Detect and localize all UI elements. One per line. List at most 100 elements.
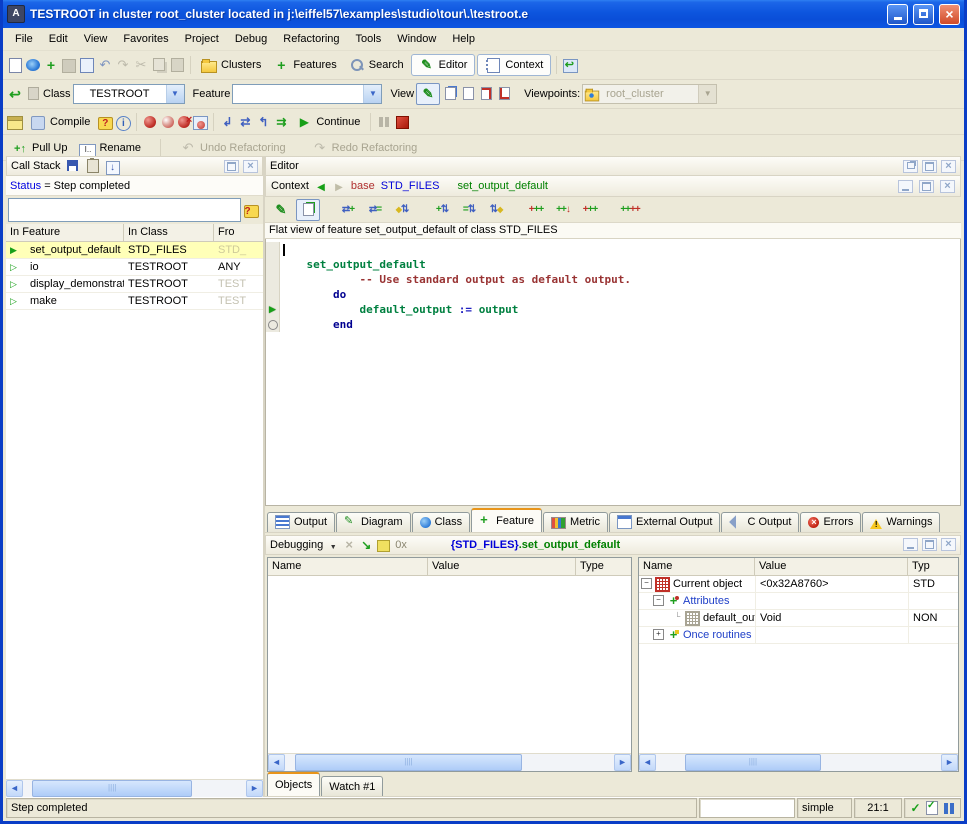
context-base-link[interactable]: base: [351, 180, 375, 192]
restore-panel-button[interactable]: [903, 160, 918, 173]
context-class-link[interactable]: STD_FILES: [381, 180, 440, 192]
editor-tab[interactable]: Warnings: [862, 512, 940, 532]
feature-combobox[interactable]: [232, 84, 382, 104]
column-header[interactable]: Value: [428, 558, 576, 575]
suppliers-button[interactable]: [618, 199, 642, 221]
column-header[interactable]: Name: [268, 558, 428, 575]
save-icon[interactable]: [61, 57, 77, 73]
history-forward-icon[interactable]: [25, 86, 41, 102]
gutter[interactable]: [266, 242, 280, 257]
chevron-down-icon[interactable]: [363, 85, 381, 103]
open-icon[interactable]: [25, 57, 41, 73]
show-inherited-added-button[interactable]: [430, 199, 454, 221]
flat-view-button[interactable]: [296, 199, 320, 221]
column-header[interactable]: Type: [576, 558, 631, 575]
object-tree-row[interactable]: Current object <0x32A8760> STD: [639, 576, 958, 593]
menu-item[interactable]: File: [7, 30, 41, 48]
menu-item[interactable]: Edit: [41, 30, 76, 48]
object-tree-row[interactable]: default_output Void NON: [639, 610, 958, 627]
gutter[interactable]: [266, 257, 280, 272]
copy-icon[interactable]: [151, 57, 167, 73]
view-editor-button[interactable]: [416, 83, 440, 105]
column-header[interactable]: In Class: [124, 224, 214, 241]
view-interface-button[interactable]: [496, 86, 512, 102]
scroll-left-icon[interactable]: ◄: [268, 754, 285, 771]
save-all-icon[interactable]: [79, 57, 95, 73]
object-tree-row[interactable]: Once routines: [639, 627, 958, 644]
expand-toggle-icon[interactable]: [653, 595, 664, 606]
menu-item[interactable]: Debug: [227, 30, 275, 48]
breakpoints-window-icon[interactable]: [192, 114, 208, 130]
editor-tab[interactable]: Feature: [471, 508, 542, 532]
menu-item[interactable]: Tools: [348, 30, 390, 48]
add-icon[interactable]: [43, 57, 59, 73]
maximize-panel-button[interactable]: [922, 538, 937, 551]
call-stack-hscrollbar[interactable]: ◄ ►: [6, 779, 263, 797]
close-panel-button[interactable]: [941, 538, 956, 551]
melt-question-icon[interactable]: [97, 114, 113, 130]
context-back-icon[interactable]: [315, 178, 327, 194]
show-features-added-button[interactable]: [336, 199, 360, 221]
context-tool-button[interactable]: Context: [477, 54, 551, 76]
cut-icon[interactable]: [133, 57, 149, 73]
pause-icon[interactable]: [376, 115, 392, 131]
continue-button[interactable]: Continue: [291, 111, 365, 133]
call-stack-row[interactable]: display_demonstrat... TESTROOT TEST: [6, 276, 263, 293]
editor-tab[interactable]: Output: [267, 512, 335, 532]
call-stack-row[interactable]: io TESTROOT ANY: [6, 259, 263, 276]
editor-tab[interactable]: External Output: [609, 512, 720, 532]
debug-tab[interactable]: Objects: [267, 772, 320, 796]
ancestors-button[interactable]: [524, 199, 548, 221]
chevron-down-icon[interactable]: [166, 85, 184, 103]
clients-button[interactable]: [578, 199, 602, 221]
drop-stack-icon[interactable]: [105, 158, 121, 174]
compile-button[interactable]: Compile: [25, 111, 95, 133]
save-icon[interactable]: [65, 158, 81, 174]
show-assertions-button[interactable]: [390, 199, 414, 221]
paste-icon[interactable]: [169, 57, 185, 73]
expand-toggle-icon[interactable]: [673, 613, 682, 622]
maximize-panel-button[interactable]: [224, 160, 239, 173]
menu-item[interactable]: Favorites: [115, 30, 176, 48]
undo-icon[interactable]: [97, 57, 113, 73]
expand-toggle-icon[interactable]: [653, 629, 664, 640]
editor-tab[interactable]: Metric: [543, 512, 608, 532]
maximize-button[interactable]: [913, 4, 934, 25]
view-contract-button[interactable]: [478, 86, 494, 102]
debug-tab[interactable]: Watch #1: [321, 776, 383, 796]
scroll-right-icon[interactable]: ►: [614, 754, 631, 771]
gutter[interactable]: [266, 287, 280, 302]
run-to-icon[interactable]: [273, 114, 289, 130]
column-header[interactable]: In Feature: [6, 224, 124, 241]
scroll-left-icon[interactable]: ◄: [6, 780, 23, 797]
scroll-left-icon[interactable]: ◄: [639, 754, 656, 771]
view-clickable-button[interactable]: [442, 86, 458, 102]
close-watch-icon[interactable]: [343, 537, 355, 553]
step-into-icon[interactable]: [219, 114, 235, 130]
circle-gutter-mark[interactable]: [266, 317, 280, 332]
editor-tool-button[interactable]: Editor: [411, 54, 476, 76]
breakpoint-enable-icon[interactable]: [142, 114, 158, 130]
features-button[interactable]: Features: [268, 54, 341, 76]
breakpoint-remove-icon[interactable]: [178, 116, 190, 128]
scroll-right-icon[interactable]: ►: [246, 780, 263, 797]
project-settings-icon[interactable]: [7, 114, 23, 130]
gutter[interactable]: [266, 272, 280, 287]
column-header[interactable]: Typ: [908, 558, 958, 575]
editor-tab[interactable]: Errors: [800, 512, 861, 532]
menu-item[interactable]: Project: [177, 30, 227, 48]
external-editor-icon[interactable]: [562, 57, 578, 73]
class-combobox[interactable]: TESTROOT: [73, 84, 185, 104]
context-feature-link[interactable]: set_output_default: [457, 180, 548, 192]
breakpoint-disable-icon[interactable]: [160, 114, 176, 130]
editor-tab[interactable]: C Output: [721, 512, 799, 532]
object-tree-row[interactable]: Attributes: [639, 593, 958, 610]
expand-toggle-icon[interactable]: [641, 578, 652, 589]
redo-icon[interactable]: [115, 57, 131, 73]
minimize-panel-button[interactable]: [898, 180, 913, 193]
copy-icon[interactable]: [85, 158, 101, 174]
objects-hscrollbar[interactable]: ◄ ►: [639, 753, 958, 771]
call-stack-row[interactable]: set_output_default STD_FILES STD_: [6, 242, 263, 259]
menu-item[interactable]: Help: [444, 30, 483, 48]
basic-text-view-button[interactable]: [269, 199, 293, 221]
